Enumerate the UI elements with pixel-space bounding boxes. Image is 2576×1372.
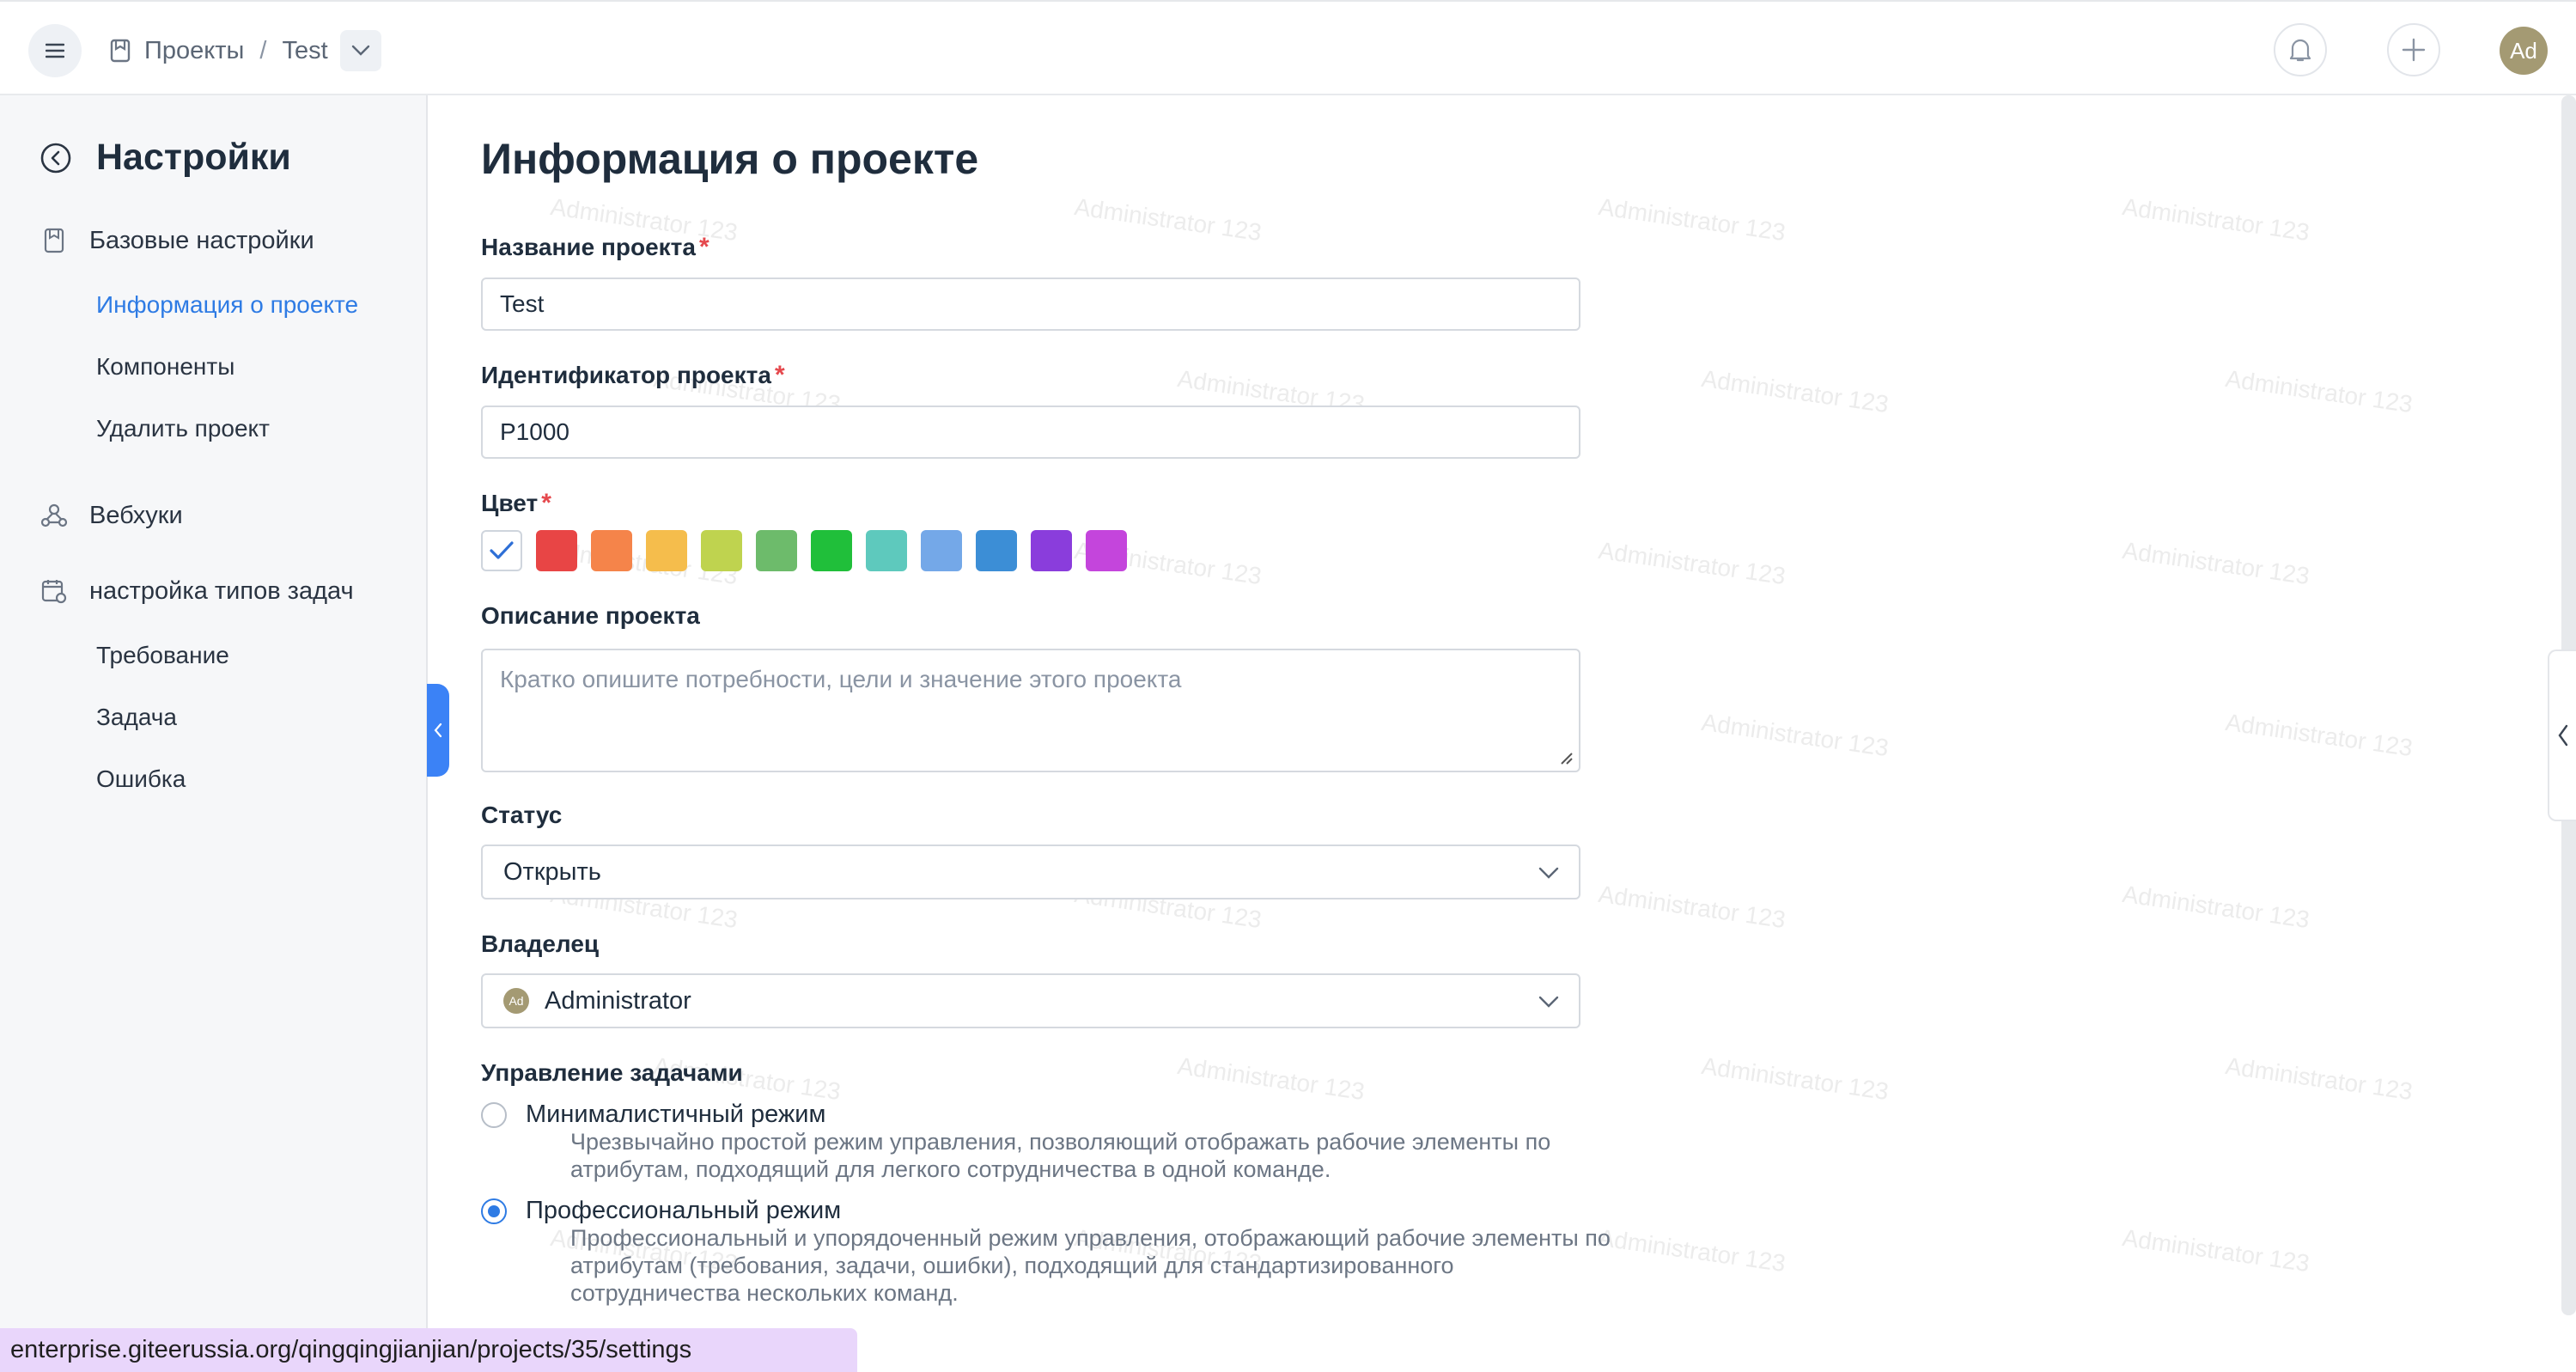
watermark-text: Administrator 123 xyxy=(2120,192,2311,247)
project-id-label: Идентификатор проекта * xyxy=(481,361,785,389)
book-icon xyxy=(40,226,69,255)
minimal-mode-label: Минималистичный режим xyxy=(526,1101,826,1128)
color-picker xyxy=(481,530,1141,571)
sidebar-item-label: Вебхуки xyxy=(89,501,183,529)
pro-mode-description: Профессиональный и упорядоченный режим у… xyxy=(570,1225,1611,1306)
task-management-label: Управление задачами xyxy=(481,1059,743,1086)
breadcrumb-projects[interactable]: Проекты xyxy=(144,37,244,65)
color-swatch[interactable] xyxy=(811,530,852,571)
color-swatch[interactable] xyxy=(866,530,907,571)
project-name-label: Название проекта * xyxy=(481,233,709,261)
owner-label: Владелец xyxy=(481,930,600,957)
settings-sidebar: Настройки Базовые настройки Информация о… xyxy=(0,95,428,1372)
chevron-down-icon xyxy=(1538,867,1559,879)
chevron-left-icon xyxy=(434,723,442,738)
task-settings-icon xyxy=(40,576,69,606)
right-panel-toggle[interactable] xyxy=(2548,649,2576,821)
watermark-text: Administrator 123 xyxy=(2223,364,2415,418)
watermark-text: Administrator 123 xyxy=(2223,1052,2415,1106)
sidebar-item-delete-project[interactable]: Удалить проект xyxy=(96,415,270,442)
sidebar-item-task-types[interactable]: настройка типов задач xyxy=(40,576,354,606)
status-value: Открыть xyxy=(503,857,601,886)
color-swatch[interactable] xyxy=(921,530,962,571)
project-switch-button[interactable] xyxy=(339,30,381,71)
color-swatch[interactable] xyxy=(976,530,1017,571)
watermark-text: Administrator 123 xyxy=(1072,192,1264,247)
chevron-down-icon xyxy=(1538,996,1559,1008)
sidebar-item-bug[interactable]: Ошибка xyxy=(96,765,186,793)
minimal-mode-radio[interactable] xyxy=(481,1101,507,1128)
watermark-text: Administrator 123 xyxy=(1596,192,1787,247)
notifications-button[interactable] xyxy=(2274,23,2327,76)
watermark-text: Administrator 123 xyxy=(1699,708,1891,762)
watermark-text: Administrator 123 xyxy=(1596,880,1787,934)
user-avatar[interactable]: Ad xyxy=(2500,27,2548,75)
back-circle-icon[interactable] xyxy=(40,142,72,174)
menu-button[interactable] xyxy=(28,24,82,77)
status-url: enterprise.giteerussia.org/qingqingjianj… xyxy=(0,1328,857,1372)
breadcrumb: Проекты / Test xyxy=(110,27,381,74)
bell-icon xyxy=(2289,39,2311,62)
watermark-text: Administrator 123 xyxy=(2120,1223,2311,1277)
sidebar-item-components[interactable]: Компоненты xyxy=(96,353,234,381)
sidebar-collapse-toggle[interactable] xyxy=(427,684,449,777)
color-swatch[interactable] xyxy=(756,530,797,571)
minimal-mode-option[interactable]: Минималистичный режим xyxy=(481,1101,825,1129)
watermark-text: Administrator 123 xyxy=(2223,708,2415,762)
top-bar: Проекты / Test Ad xyxy=(0,0,2576,95)
sidebar-item-project-info[interactable]: Информация о проекте xyxy=(96,291,358,319)
sidebar-header: Настройки xyxy=(40,137,291,179)
owner-avatar: Ad xyxy=(503,988,529,1014)
color-swatch[interactable] xyxy=(481,530,522,571)
color-label: Цвет * xyxy=(481,489,551,517)
status-label: Статус xyxy=(481,802,563,828)
sidebar-item-webhooks[interactable]: Вебхуки xyxy=(40,501,183,530)
watermark-text: Administrator 123 xyxy=(2120,536,2311,590)
sidebar-item-label: настройка типов задач xyxy=(89,576,354,605)
color-swatch[interactable] xyxy=(591,530,632,571)
chevron-left-icon xyxy=(2558,724,2567,747)
sidebar-title: Настройки xyxy=(96,137,291,178)
check-icon xyxy=(490,541,514,559)
breadcrumb-separator: / xyxy=(259,36,267,64)
status-select[interactable]: Открыть xyxy=(481,845,1580,899)
pro-mode-radio[interactable] xyxy=(481,1198,507,1224)
resize-handle-icon[interactable] xyxy=(1558,750,1574,765)
color-swatch[interactable] xyxy=(536,530,577,571)
watermark-text: Administrator 123 xyxy=(1596,536,1787,590)
page-title: Информация о проекте xyxy=(481,135,979,183)
sidebar-item-requirement[interactable]: Требование xyxy=(96,642,229,669)
description-textarea[interactable]: Кратко опишите потребности, цели и значе… xyxy=(481,649,1580,772)
create-button[interactable] xyxy=(2387,23,2440,76)
plus-icon xyxy=(2402,38,2426,62)
minimal-mode-description: Чрезвычайно простой режим управления, по… xyxy=(570,1129,1551,1182)
sidebar-item-basic[interactable]: Базовые настройки xyxy=(40,226,314,255)
watermark-text: Administrator 123 xyxy=(1699,364,1891,418)
project-icon xyxy=(110,39,131,63)
project-id-input[interactable]: P1000 xyxy=(481,406,1580,459)
pro-mode-label: Профессиональный режим xyxy=(526,1197,842,1224)
color-swatch[interactable] xyxy=(1086,530,1127,571)
color-swatch[interactable] xyxy=(646,530,687,571)
watermark-text: Administrator 123 xyxy=(1175,1052,1367,1106)
color-swatch[interactable] xyxy=(1031,530,1072,571)
project-name-input[interactable]: Test xyxy=(481,277,1580,331)
webhook-icon xyxy=(40,501,69,530)
owner-select[interactable]: Ad Administrator xyxy=(481,973,1580,1028)
watermark-text: Administrator 123 xyxy=(1699,1052,1891,1106)
hamburger-icon xyxy=(46,43,64,58)
sidebar-item-label: Базовые настройки xyxy=(89,226,314,254)
sidebar-item-task[interactable]: Задача xyxy=(96,704,177,731)
breadcrumb-current[interactable]: Test xyxy=(282,37,327,65)
description-placeholder: Кратко опишите потребности, цели и значе… xyxy=(500,666,1182,692)
watermark-text: Administrator 123 xyxy=(2120,880,2311,934)
chevron-down-icon xyxy=(351,45,369,56)
owner-value: Administrator xyxy=(545,986,691,1015)
pro-mode-option[interactable]: Профессиональный режим xyxy=(481,1197,841,1225)
description-label: Описание проекта xyxy=(481,602,700,629)
color-swatch[interactable] xyxy=(701,530,742,571)
